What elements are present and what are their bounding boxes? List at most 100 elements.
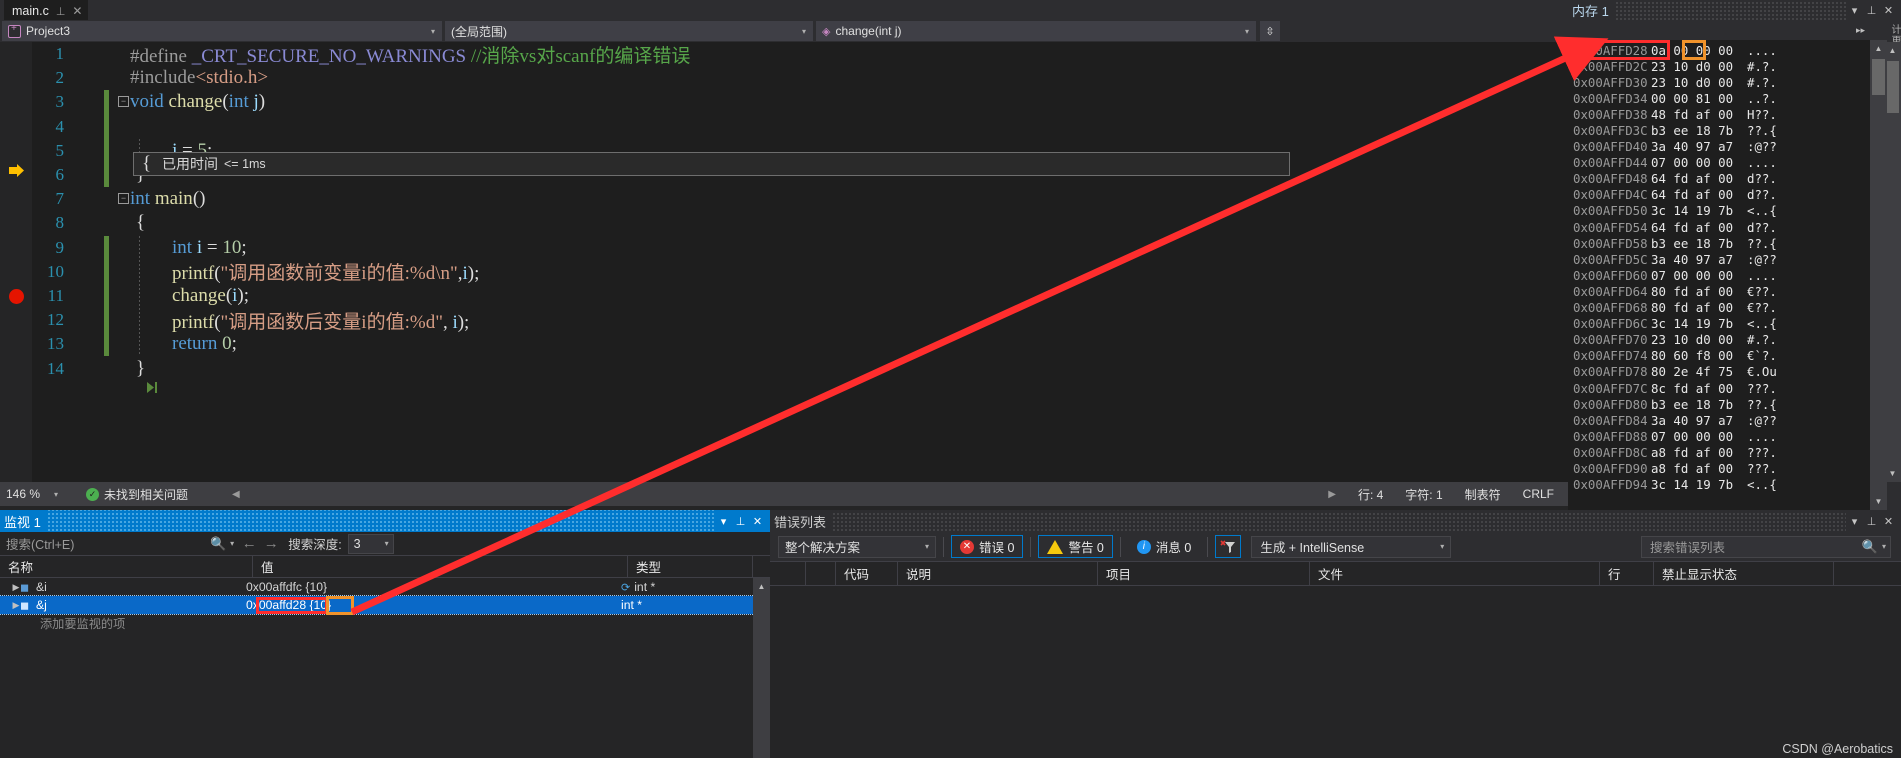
memory-row[interactable]: 0x00AFFD40 3a 40 97 a7:@??	[1568, 139, 1870, 155]
code-line[interactable]: 13 return 0;	[0, 332, 1290, 394]
scroll-up-icon[interactable]: ▲	[1870, 40, 1887, 57]
memory-row[interactable]: 0x00AFFD5C 3a 40 97 a7:@??	[1568, 251, 1870, 267]
memory-bytes[interactable]: b3 ee 18 7b	[1651, 236, 1747, 251]
code-editor[interactable]: 1 #define _CRT_SECURE_NO_WARNINGS //消除vs…	[0, 42, 1568, 482]
search-prev-icon[interactable]: ←	[238, 535, 260, 552]
code-line[interactable]: − 3 void change(int j)	[0, 90, 1290, 115]
watch-row-selected[interactable]: ▶ ◼ &j 0x00affd28 {10} int *	[0, 595, 771, 615]
error-list-close-icon[interactable]: ✕	[1880, 513, 1897, 530]
watch-vertical-scrollbar[interactable]: ▲	[753, 578, 770, 758]
chevron-down-icon[interactable]: ▾	[921, 542, 933, 551]
memory-bytes[interactable]: b3 ee 18 7b	[1651, 123, 1747, 138]
chevron-down-icon[interactable]: ▾	[1436, 542, 1448, 551]
expand-icon[interactable]: ▶	[0, 600, 20, 611]
memory-bytes[interactable]: a8 fd af 00	[1651, 445, 1747, 460]
code-line[interactable]: 12 printf("调用函数后变量i的值:%d", i);	[0, 308, 1290, 333]
error-column-file[interactable]: 文件	[1310, 562, 1600, 585]
memory-row[interactable]: 0x00AFFD54 64 fd af 00 d??.	[1568, 219, 1870, 235]
code-line-breakpoint[interactable]: 11 change(i);	[0, 283, 1290, 309]
chevron-down-icon[interactable]: ▾	[381, 539, 393, 548]
messages-filter-button[interactable]: i 消息 0	[1128, 535, 1200, 558]
memory-bytes[interactable]: 07 00 00 00	[1651, 429, 1747, 444]
memory-row[interactable]: 0x00AFFD70 23 10 d0 00 #.?.	[1568, 332, 1870, 348]
memory-rows-container[interactable]: 0x00AFFD28 0a 00 00 00.... 0x00AFFD2C 23 10…	[1568, 42, 1870, 510]
memory-row[interactable]: 0x00AFFD4C 64 fd af 00 d??.	[1568, 187, 1870, 203]
chevron-down-icon[interactable]: ▾	[427, 27, 439, 36]
error-column-description[interactable]: 说明	[898, 562, 1098, 585]
memory-bytes[interactable]: 64 fd af 00	[1651, 220, 1747, 235]
watch-panel-pin-icon[interactable]: ⊥	[732, 511, 749, 531]
chevron-down-icon[interactable]: ▾	[226, 539, 238, 548]
memory-bytes[interactable]: 3c 14 19 7b	[1651, 316, 1747, 331]
chevron-down-icon[interactable]: ▾	[1241, 27, 1253, 36]
run-to-cursor-icon[interactable]	[146, 337, 158, 394]
close-icon[interactable]: ✕	[72, 4, 82, 18]
memory-window-close-icon[interactable]: ✕	[1880, 2, 1897, 19]
code-line[interactable]: 1 #define _CRT_SECURE_NO_WARNINGS //消除vs…	[0, 42, 1290, 67]
error-list-pin-icon[interactable]: ⊥	[1863, 513, 1880, 530]
code-line[interactable]: 10 printf("调用函数前变量i的值:%d\n",i);	[0, 259, 1290, 284]
code-line[interactable]: 8 {	[0, 211, 1290, 235]
breakpoint-icon[interactable]	[9, 288, 24, 304]
memory-bytes[interactable]: 80 fd af 00	[1651, 300, 1747, 315]
split-editor-button[interactable]: ⇳	[1260, 21, 1280, 41]
memory-bytes[interactable]: 8c fd af 00	[1651, 381, 1747, 396]
memory-row[interactable]: 0x00AFFD2C 23 10 d0 00 #.?.	[1568, 58, 1870, 74]
error-column-icon[interactable]	[806, 562, 836, 585]
scrollbar-thumb[interactable]	[1886, 61, 1899, 113]
chevron-down-icon[interactable]: ▾	[798, 27, 810, 36]
memory-row[interactable]: 0x00AFFD58 b3 ee 18 7b ??.{	[1568, 235, 1870, 251]
memory-window-pin-icon[interactable]: ⊥	[1863, 2, 1880, 19]
memory-row[interactable]: 0x00AFFD60 07 00 00 00....	[1568, 267, 1870, 283]
prev-issue-icon[interactable]: ◀	[232, 489, 240, 500]
watch-panel-close-icon[interactable]: ✕	[749, 511, 766, 531]
memory-bytes[interactable]: 3a 40 97 a7	[1651, 139, 1747, 154]
errors-filter-button[interactable]: ✕ 错误 0	[951, 535, 1024, 558]
scroll-up-icon[interactable]: ▲	[753, 578, 770, 595]
memory-bytes[interactable]: 3c 14 19 7b	[1651, 203, 1747, 218]
memory-bytes[interactable]: 64 fd af 00	[1651, 171, 1747, 186]
watch-column-name[interactable]: 名称	[0, 556, 253, 577]
project-selector[interactable]: Project3 ▾	[2, 21, 442, 41]
code-line[interactable]: 9 int i = 10;	[0, 235, 1290, 260]
pin-icon[interactable]: ⊥	[56, 5, 66, 18]
code-line[interactable]: 2 #include<stdio.h>	[0, 66, 1290, 90]
error-column-project[interactable]: 项目	[1098, 562, 1310, 585]
memory-row[interactable]: 0x00AFFD68 80 fd af 00 €??.	[1568, 300, 1870, 316]
memory-bytes[interactable]: 23 10 d0 00	[1651, 59, 1747, 74]
problems-indicator[interactable]: ✓ 未找到相关问题 ◀	[72, 486, 240, 503]
memory-row[interactable]: 0x00AFFD38 48 fd af 00 H??.	[1568, 106, 1870, 122]
search-icon[interactable]: 🔍	[1862, 539, 1878, 555]
memory-window-menu-icon[interactable]: ▾	[1846, 2, 1863, 19]
memory-bytes[interactable]: 07 00 00 00	[1651, 155, 1747, 170]
error-column-suppression[interactable]: 禁止显示状态	[1654, 562, 1834, 585]
memory-row[interactable]: 0x00AFFD8C a8 fd af 00???.	[1568, 444, 1870, 460]
memory-bytes[interactable]: 23 10 d0 00	[1651, 332, 1747, 347]
watch-column-type[interactable]: 类型	[628, 556, 753, 577]
code-lines-container[interactable]: 1 #define _CRT_SECURE_NO_WARNINGS //消除vs…	[0, 42, 1290, 482]
scroll-down-icon[interactable]: ▼	[1870, 493, 1887, 510]
memory-row[interactable]: 0x00AFFD94 3c 14 19 7b <..{	[1568, 477, 1870, 493]
watch-row-value[interactable]: 0x00affdfc {10}	[246, 580, 621, 594]
scope-selector[interactable]: (全局范围) ▾	[445, 21, 813, 41]
memory-bytes[interactable]: b3 ee 18 7b	[1651, 397, 1747, 412]
chevron-down-icon[interactable]: ▾	[50, 490, 62, 499]
memory-row[interactable]: 0x00AFFD48 64 fd af 00 d??.	[1568, 171, 1870, 187]
error-list-search-input[interactable]: 搜索错误列表 🔍 ▾	[1641, 535, 1891, 558]
chevron-down-icon[interactable]: ▾	[1878, 542, 1890, 551]
chevron-down-icon[interactable]: ▸▸	[1856, 25, 1865, 36]
error-list-menu-icon[interactable]: ▾	[1846, 513, 1863, 530]
memory-bytes[interactable]: 80 2e 4f 75	[1651, 364, 1747, 379]
watch-column-value[interactable]: 值	[253, 556, 628, 577]
memory-row[interactable]: 0x00AFFD64 80 fd af 00 €??.	[1568, 283, 1870, 299]
memory-row[interactable]: 0x00AFFD44 07 00 00 00....	[1568, 155, 1870, 171]
code-line-current[interactable]: 4	[0, 114, 1290, 177]
watch-panel[interactable]: 监视 1 ▾ ⊥ ✕ 搜索(Ctrl+E) 🔍 ▾ ← → 搜索深度: 3 ▾ …	[0, 510, 771, 758]
collapse-icon[interactable]: −	[118, 193, 129, 205]
search-icon[interactable]: 🔍	[210, 536, 226, 552]
memory-vertical-scrollbar[interactable]: ▲ ▼	[1870, 40, 1887, 510]
scrollbar-thumb[interactable]	[1872, 59, 1885, 95]
zoom-level-selector[interactable]: 146 % ▾	[0, 482, 72, 506]
code-line[interactable]: 14 }	[0, 356, 1290, 380]
memory-row[interactable]: 0x00AFFD7C 8c fd af 00???.	[1568, 380, 1870, 396]
